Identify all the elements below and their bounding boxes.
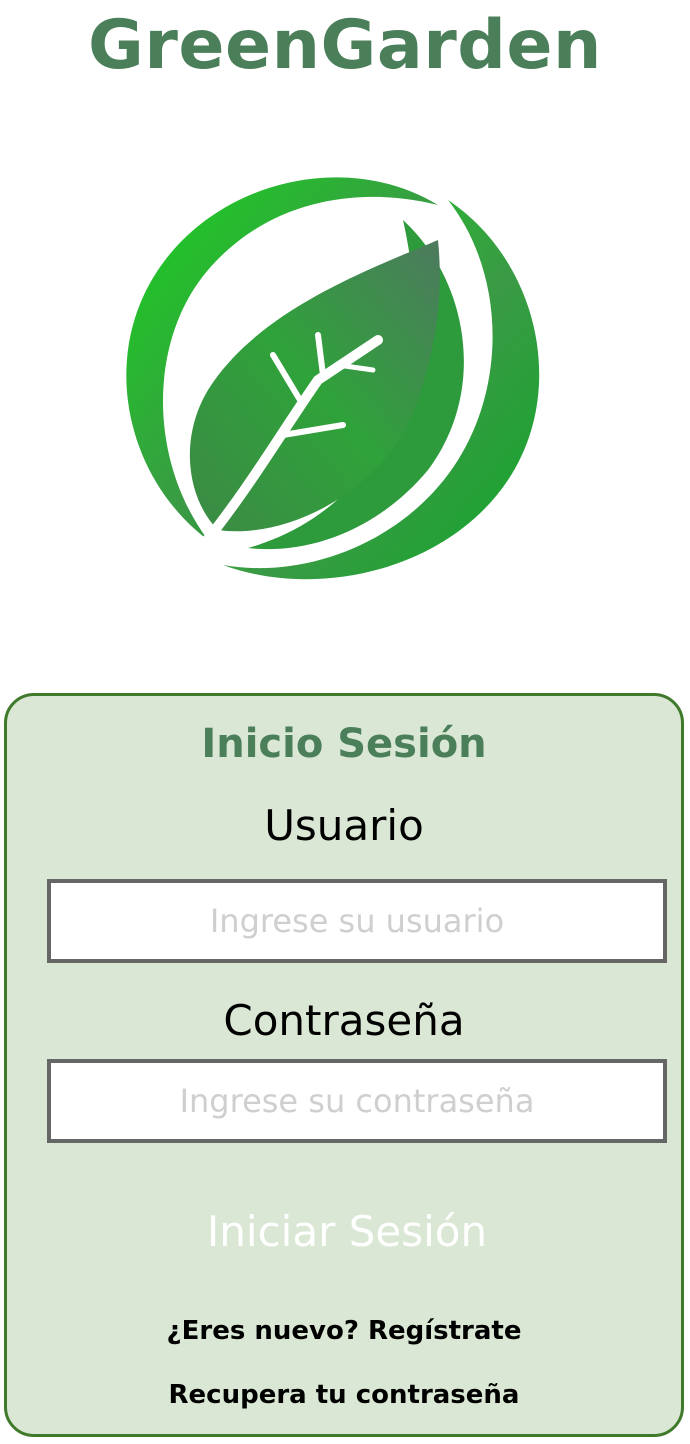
- password-label: Contraseña: [223, 996, 465, 1045]
- username-label: Usuario: [264, 801, 424, 850]
- login-card: Inicio Sesión Usuario Contraseña Iniciar…: [4, 693, 684, 1437]
- login-button[interactable]: Iniciar Sesión: [117, 1196, 577, 1268]
- password-input[interactable]: [47, 1059, 667, 1143]
- app-title: GreenGarden: [88, 6, 602, 85]
- username-input[interactable]: [47, 879, 667, 963]
- recover-password-link[interactable]: Recupera tu contraseña: [7, 1377, 681, 1413]
- login-title: Inicio Sesión: [201, 721, 487, 767]
- leaf-logo-icon: [126, 177, 540, 580]
- register-link[interactable]: ¿Eres nuevo? Regístrate: [7, 1313, 681, 1349]
